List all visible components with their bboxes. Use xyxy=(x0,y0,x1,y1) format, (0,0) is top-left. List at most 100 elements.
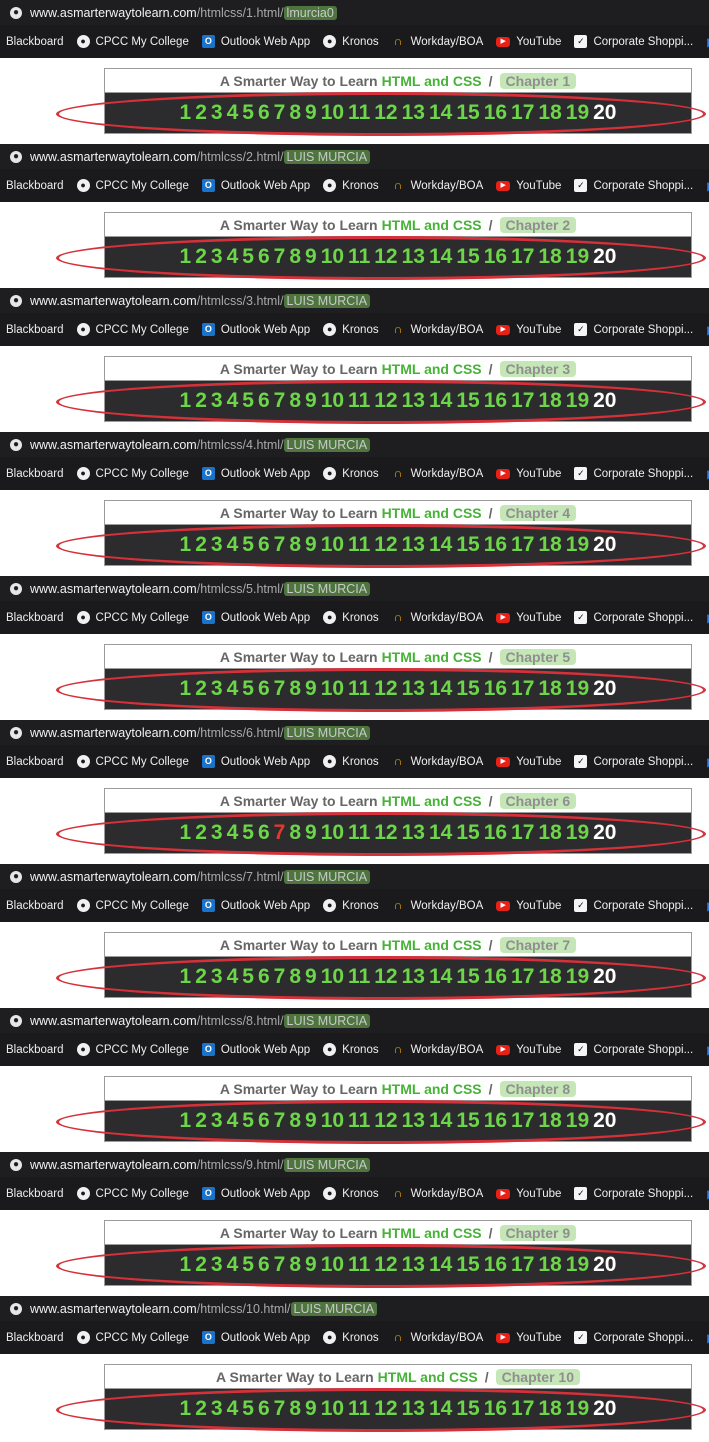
chapter-number-link[interactable]: 5 xyxy=(242,1109,254,1133)
chapter-number-link[interactable]: 8 xyxy=(289,821,301,845)
chapter-number-link[interactable]: 13 xyxy=(402,101,425,125)
chapter-number-link[interactable]: 14 xyxy=(429,245,452,269)
bookmark-item[interactable]: ● CPCC My College xyxy=(76,611,189,624)
chapter-number-link[interactable]: 17 xyxy=(511,101,534,125)
bookmark-item[interactable]: Blackboard xyxy=(6,1332,64,1344)
bookmark-item[interactable]: O Outlook Web App xyxy=(201,179,310,192)
bookmark-item[interactable]: ∩ Workday/BOA xyxy=(392,755,484,768)
bookmark-item[interactable]: Blackboard xyxy=(6,36,64,48)
chapter-number-link[interactable]: 6 xyxy=(258,1397,270,1421)
bookmark-item[interactable]: ∩ Workday/BOA xyxy=(392,35,484,48)
chapter-number-link[interactable]: 18 xyxy=(538,245,561,269)
chapter-number-link[interactable]: 16 xyxy=(484,533,507,557)
bookmark-item[interactable]: ▶ YouTube xyxy=(496,1188,561,1200)
address-bar[interactable]: ● www.asmarterwaytolearn.com/htmlcss/5.ht… xyxy=(0,576,709,601)
chapter-number-link[interactable]: 19 xyxy=(566,1109,589,1133)
chapter-number-link[interactable]: 13 xyxy=(402,965,425,989)
chapter-number-link[interactable]: 18 xyxy=(538,821,561,845)
chapter-number-link[interactable]: 2 xyxy=(195,965,207,989)
chapter-number-link[interactable]: 16 xyxy=(484,1397,507,1421)
chapter-number-link[interactable]: 17 xyxy=(511,821,534,845)
chapter-number-link[interactable]: 6 xyxy=(258,389,270,413)
bookmark-item[interactable]: ● CPCC My College xyxy=(76,35,189,48)
chapter-number-link[interactable]: 11 xyxy=(348,1109,370,1133)
chapter-number-link[interactable]: 9 xyxy=(305,821,317,845)
chapter-number-link[interactable]: 8 xyxy=(289,1397,301,1421)
chapter-number-link[interactable]: 1 xyxy=(180,821,192,845)
chapter-number-link[interactable]: 20 xyxy=(593,1109,616,1133)
bookmark-item[interactable]: ∩ Workday/BOA xyxy=(392,899,484,912)
chapter-number-link[interactable]: 11 xyxy=(348,965,370,989)
chapter-number-link[interactable]: 16 xyxy=(484,1253,507,1277)
bookmark-item[interactable]: ✓ Corporate Shoppi... xyxy=(574,323,693,336)
chapter-number-link[interactable]: 3 xyxy=(211,245,223,269)
bookmark-item[interactable]: ∩ Workday/BOA xyxy=(392,323,484,336)
chapter-number-link[interactable]: 14 xyxy=(429,821,452,845)
address-bar[interactable]: ● www.asmarterwaytolearn.com/htmlcss/10.h… xyxy=(0,1296,709,1321)
chapter-number-link[interactable]: 10 xyxy=(321,965,344,989)
chapter-number-link[interactable]: 13 xyxy=(402,389,425,413)
chapter-number-link[interactable]: 4 xyxy=(227,965,239,989)
bookmark-item[interactable]: ● CPCC My College xyxy=(76,1331,189,1344)
address-bar[interactable]: ● www.asmarterwaytolearn.com/htmlcss/6.ht… xyxy=(0,720,709,745)
chapter-number-link[interactable]: 7 xyxy=(274,965,286,989)
chapter-number-link[interactable]: 3 xyxy=(211,677,223,701)
chapter-number-link[interactable]: 9 xyxy=(305,533,317,557)
chapter-number-link[interactable]: 14 xyxy=(429,1253,452,1277)
chapter-number-link[interactable]: 11 xyxy=(348,389,370,413)
chapter-number-link[interactable]: 13 xyxy=(402,1109,425,1133)
bookmark-item[interactable]: O Outlook Web App xyxy=(201,1043,310,1056)
chapter-number-link[interactable]: 5 xyxy=(242,533,254,557)
chapter-number-link[interactable]: 16 xyxy=(484,389,507,413)
chapter-number-link[interactable]: 19 xyxy=(566,533,589,557)
chapter-number-link[interactable]: 19 xyxy=(566,101,589,125)
chapter-number-link[interactable]: 10 xyxy=(321,1253,344,1277)
chapter-number-link[interactable]: 15 xyxy=(456,533,479,557)
chapter-number-link[interactable]: 13 xyxy=(402,821,425,845)
bookmark-item[interactable]: ∩ Workday/BOA xyxy=(392,179,484,192)
chapter-number-link[interactable]: 16 xyxy=(484,677,507,701)
chapter-number-link[interactable]: 6 xyxy=(258,101,270,125)
chapter-number-link[interactable]: 1 xyxy=(180,389,192,413)
address-bar[interactable]: ● www.asmarterwaytolearn.com/htmlcss/9.ht… xyxy=(0,1152,709,1177)
chapter-number-link[interactable]: 17 xyxy=(511,389,534,413)
chapter-number-link[interactable]: 7 xyxy=(274,101,286,125)
chapter-number-link[interactable]: 20 xyxy=(593,245,616,269)
chapter-number-link[interactable]: 9 xyxy=(305,677,317,701)
bookmark-item[interactable]: ∩ Workday/BOA xyxy=(392,1187,484,1200)
chapter-number-link[interactable]: 14 xyxy=(429,677,452,701)
bookmark-item[interactable]: Blackboard xyxy=(6,1188,64,1200)
bookmark-item[interactable]: ▶ YouTube xyxy=(496,1332,561,1344)
bookmark-item[interactable]: Blackboard xyxy=(6,180,64,192)
chapter-number-link[interactable]: 9 xyxy=(305,101,317,125)
chapter-number-link[interactable]: 11 xyxy=(348,101,370,125)
bookmark-item[interactable]: ✓ Corporate Shoppi... xyxy=(574,35,693,48)
bookmark-item[interactable]: ∩ Workday/BOA xyxy=(392,467,484,480)
bookmark-item[interactable]: ✓ Corporate Shoppi... xyxy=(574,1331,693,1344)
chapter-number-link[interactable]: 12 xyxy=(374,533,397,557)
chapter-number-link[interactable]: 15 xyxy=(456,101,479,125)
chapter-number-link[interactable]: 7 xyxy=(274,1397,286,1421)
chapter-number-link[interactable]: 5 xyxy=(242,821,254,845)
chapter-number-link[interactable]: 5 xyxy=(242,101,254,125)
chapter-number-link[interactable]: 19 xyxy=(566,1253,589,1277)
chapter-number-link[interactable]: 11 xyxy=(348,1397,370,1421)
chapter-number-link[interactable]: 14 xyxy=(429,533,452,557)
chapter-number-link[interactable]: 19 xyxy=(566,677,589,701)
bookmark-item[interactable]: ∩ Workday/BOA xyxy=(392,1043,484,1056)
chapter-number-link[interactable]: 8 xyxy=(289,101,301,125)
bookmark-item[interactable]: O Outlook Web App xyxy=(201,323,310,336)
chapter-number-link[interactable]: 2 xyxy=(195,677,207,701)
bookmark-item[interactable]: ● CPCC My College xyxy=(76,755,189,768)
chapter-number-link[interactable]: 14 xyxy=(429,389,452,413)
chapter-number-link[interactable]: 6 xyxy=(258,821,270,845)
chapter-number-link[interactable]: 14 xyxy=(429,1109,452,1133)
chapter-number-link[interactable]: 5 xyxy=(242,389,254,413)
chapter-number-link[interactable]: 20 xyxy=(593,1397,616,1421)
bookmark-item[interactable]: ● Kronos xyxy=(323,1043,379,1056)
chapter-number-link[interactable]: 20 xyxy=(593,677,616,701)
chapter-number-link[interactable]: 10 xyxy=(321,101,344,125)
chapter-number-link[interactable]: 18 xyxy=(538,1109,561,1133)
chapter-number-link[interactable]: 8 xyxy=(289,1253,301,1277)
bookmark-item[interactable]: Blackboard xyxy=(6,468,64,480)
